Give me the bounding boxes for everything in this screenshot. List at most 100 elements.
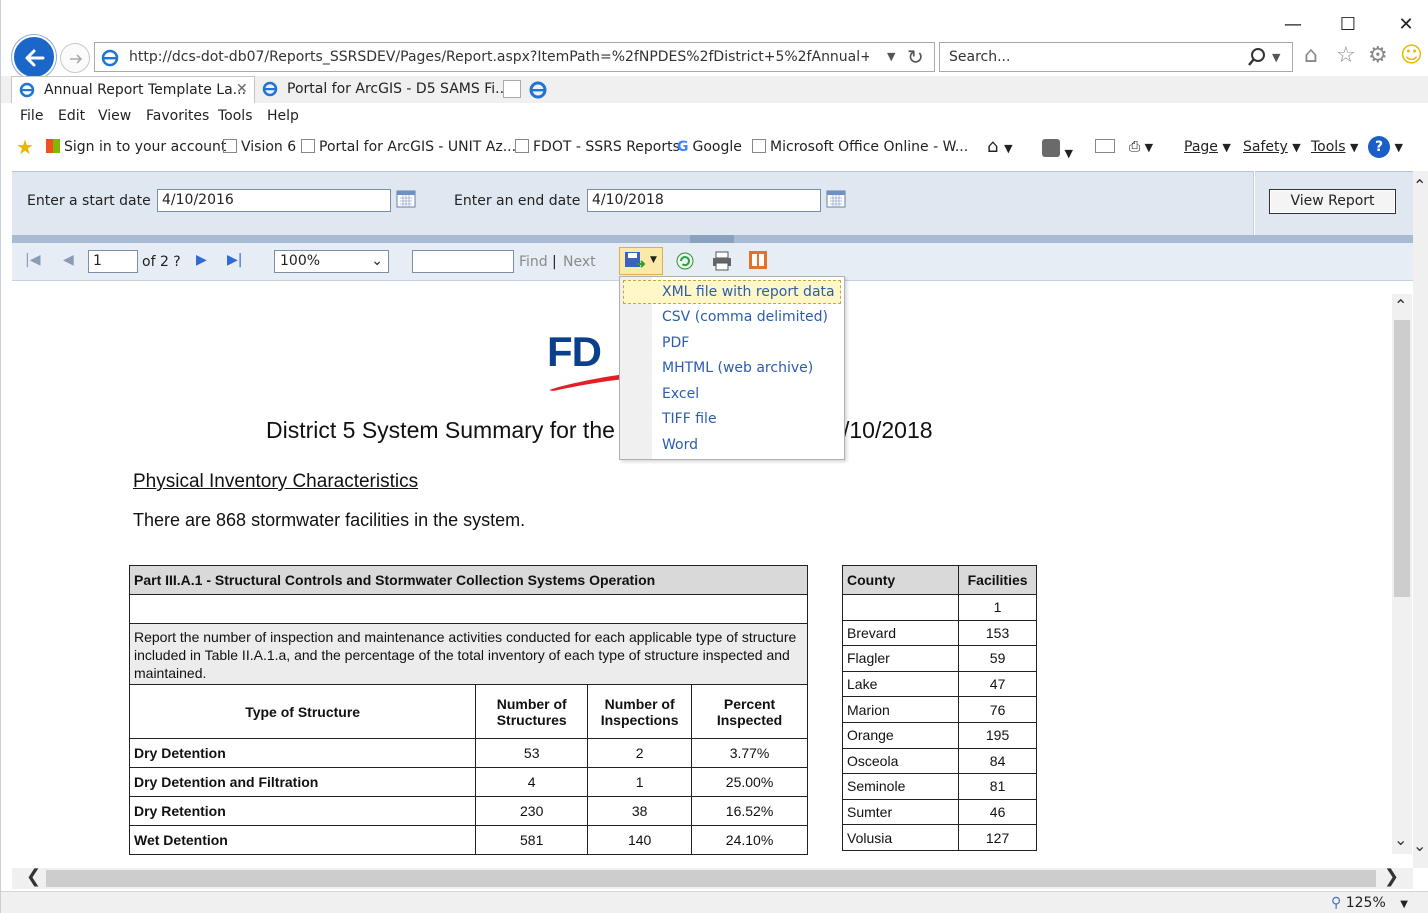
last-page-icon[interactable]: ▶| [227, 252, 242, 268]
facility-count: 76 [958, 696, 1037, 723]
fav-office-online[interactable]: Microsoft Office Online - W... [752, 139, 968, 155]
address-bar[interactable]: http://dcs-dot-db07/Reports_SSRSDEV/Page… [94, 42, 935, 72]
scroll-down-icon[interactable]: ⌄ [1394, 830, 1407, 849]
export-pdf[interactable]: PDF [662, 335, 689, 351]
menu-tools[interactable]: Tools [218, 108, 253, 124]
address-url[interactable]: http://dcs-dot-db07/Reports_SSRSDEV/Page… [129, 49, 869, 65]
rss-icon[interactable]: ▼ [1042, 139, 1073, 161]
refresh-report-icon[interactable] [675, 251, 695, 271]
print-report-icon[interactable] [711, 250, 733, 272]
export-word[interactable]: Word [662, 437, 698, 453]
mail-icon[interactable] [1095, 139, 1115, 157]
table-cell: 4 [475, 767, 589, 797]
facility-count: 84 [958, 747, 1037, 775]
forward-button[interactable] [60, 43, 90, 73]
tools-menu[interactable]: Tools ▼ [1311, 139, 1358, 155]
home-cmd-icon[interactable]: ⌂ ▼ [987, 136, 1013, 157]
minimize-button[interactable]: — [1273, 10, 1313, 40]
column-header: Type of Structure [128, 684, 477, 739]
menu-view[interactable]: View [98, 108, 131, 124]
table-cell: 230 [475, 796, 589, 826]
horizontal-scroll-thumb[interactable] [46, 870, 1376, 887]
address-dropdown-icon[interactable]: ▼ [887, 50, 895, 63]
back-button[interactable] [12, 35, 56, 79]
table-cell: 2 [587, 738, 693, 768]
page-vertical-scrollbar[interactable] [1413, 171, 1428, 868]
menu-favorites[interactable]: Favorites [146, 108, 209, 124]
vertical-scroll-thumb[interactable] [1394, 320, 1410, 597]
export-csv[interactable]: CSV (comma delimited) [662, 309, 828, 325]
next-link[interactable]: Next [563, 254, 596, 270]
gear-icon[interactable]: ⚙ [1368, 43, 1388, 68]
fdot-logo-swoosh-icon [549, 374, 625, 391]
print-icon[interactable]: ⎙ ▼ [1129, 139, 1153, 155]
edge-icon[interactable] [528, 80, 548, 100]
table-cell: 3.77% [691, 738, 808, 768]
fav-sign-in[interactable]: Sign in to your account [46, 139, 226, 155]
previous-page-icon[interactable]: ◀ [63, 252, 74, 268]
county-name: Lake [841, 670, 960, 698]
calendar-icon[interactable] [826, 190, 846, 208]
safety-menu[interactable]: Safety ▼ [1243, 139, 1301, 155]
page-menu[interactable]: Page ▼ [1184, 139, 1231, 155]
next-page-icon[interactable]: ▶ [196, 252, 207, 268]
start-date-input[interactable]: 4/10/2016 [157, 189, 391, 212]
fav-fdot-ssrs[interactable]: FDOT - SSRS Reports [515, 139, 680, 155]
parameter-splitter[interactable] [12, 235, 1413, 243]
refresh-icon[interactable]: ↻ [907, 45, 924, 69]
help-icon[interactable]: ? ▼ [1368, 136, 1403, 158]
find-link[interactable]: Find [519, 254, 548, 270]
find-input[interactable] [412, 250, 514, 273]
scroll-down-icon[interactable]: ⌄ [1413, 836, 1426, 855]
structure-type: Wet Detention [128, 825, 477, 855]
export-excel[interactable]: Excel [662, 386, 699, 402]
facility-count: 1 [958, 594, 1037, 621]
facility-count: 59 [958, 645, 1037, 672]
tab-annual-report[interactable]: Annual Report Template La... ✕ [11, 76, 255, 103]
menu-help[interactable]: Help [267, 108, 299, 124]
star-icon[interactable]: ☆ [1336, 43, 1356, 68]
end-date-input[interactable]: 4/10/2018 [587, 189, 821, 212]
scroll-up-icon[interactable]: ⌃ [1413, 176, 1426, 195]
splitter-grip[interactable] [690, 235, 734, 243]
chevron-down-icon: ▼ [650, 255, 657, 265]
maximize-button[interactable]: ☐ [1328, 10, 1368, 40]
facility-count: 127 [958, 824, 1037, 851]
zoom-select[interactable]: 100% ⌄ [274, 250, 389, 273]
new-tab-button[interactable] [503, 80, 521, 98]
tab-portal-arcgis[interactable]: Portal for ArcGIS - D5 SAMS Fi... [255, 76, 508, 103]
menu-edit[interactable]: Edit [58, 108, 85, 124]
fav-label: Google [692, 139, 742, 155]
close-tab-icon[interactable]: ✕ [236, 81, 248, 97]
search-icon[interactable] [1246, 46, 1268, 68]
fav-google[interactable]: G Google [677, 139, 742, 155]
view-report-button[interactable]: View Report [1269, 189, 1396, 214]
scroll-right-icon[interactable]: ❯ [1384, 866, 1399, 887]
start-date-label: Enter a start date [27, 193, 151, 209]
export-xml[interactable]: XML file with report data [623, 280, 841, 304]
fav-label: Sign in to your account [64, 139, 227, 155]
layout-icon[interactable] [748, 250, 768, 270]
close-button[interactable]: ✕ [1386, 10, 1426, 40]
scroll-left-icon[interactable]: ❮ [26, 866, 41, 887]
home-icon[interactable]: ⌂ [1304, 43, 1318, 68]
table-row: Volusia 127 [841, 824, 1037, 851]
calendar-icon[interactable] [396, 190, 416, 208]
search-box[interactable]: Search... ▼ [939, 42, 1293, 72]
fav-portal-unit[interactable]: Portal for ArcGIS - UNIT Az... [301, 139, 516, 155]
export-tiff[interactable]: TIFF file [662, 411, 717, 427]
fav-vision6[interactable]: Vision 6 [223, 139, 296, 155]
first-page-icon[interactable]: |◀ [25, 252, 40, 268]
arrow-right-icon [70, 54, 83, 64]
export-button[interactable]: ▼ [619, 247, 663, 275]
smiley-icon[interactable]: ☺ [1400, 43, 1423, 68]
search-placeholder[interactable]: Search... [949, 49, 1010, 65]
page-number-input[interactable]: 1 [88, 250, 138, 273]
search-dropdown-icon[interactable]: ▼ [1272, 51, 1280, 64]
table-row: Dry Retention 230 38 16.52% [128, 796, 808, 826]
zoom-level[interactable]: ⚲ 125% ▼ [1331, 895, 1408, 911]
favorites-star-icon[interactable]: ★ [16, 135, 34, 159]
menu-file[interactable]: File [20, 108, 43, 124]
scroll-up-icon[interactable]: ⌃ [1394, 296, 1407, 315]
export-mhtml[interactable]: MHTML (web archive) [662, 360, 813, 376]
